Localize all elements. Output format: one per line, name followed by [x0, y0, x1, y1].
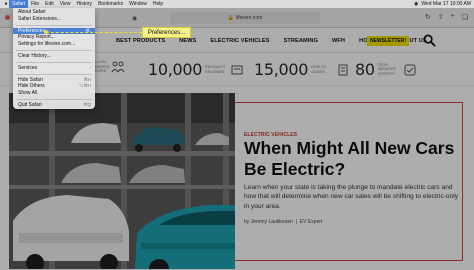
stat-guides-number: 15,000 — [254, 60, 309, 79]
status-area: ◉ Wed Mar 17 10:00 AM — [414, 1, 474, 7]
nav-wfh[interactable]: WFH — [332, 38, 345, 44]
experts-icon — [404, 64, 416, 75]
menu-edit[interactable]: Edit — [42, 0, 57, 8]
menu-bookmarks[interactable]: Bookmarks — [95, 0, 126, 8]
menu-item-label: Hide Safari — [18, 76, 43, 83]
close-window-icon[interactable] — [5, 15, 10, 20]
stat-guides: 15,000 HOW-TO GUIDES — [254, 60, 350, 79]
menu-item-clear-history[interactable]: Clear History... — [13, 53, 95, 60]
byline-author[interactable]: by Jeremy Laukkonen — [244, 219, 293, 225]
hero-frame — [230, 102, 463, 261]
nav-electric-vehicles[interactable]: ELECTRIC VEHICLES — [210, 38, 269, 44]
nav-news[interactable]: NEWS — [179, 38, 196, 44]
products-icon — [231, 65, 243, 74]
tab-overview-icon[interactable]: ❏ — [462, 13, 468, 21]
menu-item-shortcut: ⌘, — [85, 27, 91, 33]
menu-separator — [16, 98, 92, 100]
article-headline[interactable]: When Might All New Cars Be Electric? — [244, 138, 469, 180]
menu-item-label: Hide Others — [18, 83, 45, 90]
byline-role: EV Expert — [299, 219, 323, 225]
menu-item-show-all[interactable]: Show All — [13, 90, 95, 97]
search-icon[interactable] — [423, 34, 436, 47]
reload-icon[interactable]: ↻ — [425, 13, 431, 21]
menu-window[interactable]: Window — [126, 0, 150, 8]
menu-item-shortcut: ⌥⌘H — [78, 83, 91, 89]
byline-divider: | — [294, 219, 299, 225]
menu-item-shortcut: › — [89, 64, 91, 70]
callout-connector — [46, 32, 142, 33]
menu-item-label: Privacy Report... — [18, 34, 55, 41]
menu-item-about-safari[interactable]: About Safari — [13, 9, 95, 16]
hero-image[interactable] — [9, 93, 235, 269]
wifi-icon[interactable]: ◉ — [414, 1, 418, 7]
new-tab-icon[interactable]: + — [451, 13, 455, 21]
menu-file[interactable]: File — [28, 0, 42, 8]
stat-guides-label: HOW-TO GUIDES — [311, 65, 327, 74]
url-text: lifewire.com — [235, 15, 263, 21]
stat-products-label: PRODUCTS REVIEWED — [205, 65, 226, 74]
menu-item-label: Clear History... — [18, 52, 51, 59]
readers-icon — [111, 61, 125, 73]
menu-history[interactable]: History — [74, 0, 96, 8]
menu-item-hide-others[interactable]: Hide Others ⌥⌘H — [13, 83, 95, 90]
menu-item-services[interactable]: Services › — [13, 65, 95, 72]
nav-best-products[interactable]: BEST PRODUCTS — [116, 38, 165, 44]
menu-view[interactable]: View — [57, 0, 74, 8]
nav-streaming[interactable]: STREAMING — [284, 38, 318, 44]
menu-item-label: Services — [18, 64, 38, 71]
article-byline: by Jeremy Laukkonen | EV Expert — [244, 219, 322, 225]
address-bar[interactable]: 🔒 lifewire.com — [170, 12, 320, 24]
parking-garage-illustration — [9, 93, 235, 269]
menu-item-settings-for-lifewire-com[interactable]: Settings for lifewire.com... — [13, 41, 95, 48]
menu-item-label: Settings for lifewire.com... — [18, 41, 76, 48]
menu-item-shortcut: ⌘Q — [83, 101, 91, 107]
stat-experts-label: TECH INDUSTRY EXPERTS — [377, 62, 397, 76]
article-dek: Learn when your state is taking the plun… — [244, 184, 459, 210]
stat-experts: 80 TECH INDUSTRY EXPERTS — [355, 60, 417, 79]
menu-item-quit-safari[interactable]: Quit Safari ⌘Q — [13, 102, 95, 109]
macos-menu-bar: ● Safari File Edit View History Bookmark… — [0, 0, 474, 8]
menu-item-shortcut: ⌘H — [83, 76, 91, 82]
share-icon[interactable]: ⇧ — [438, 13, 444, 21]
stat-readers: BILLION READERS HELPED — [92, 60, 125, 74]
menu-item-label: Quit Safari — [18, 101, 42, 108]
menu-item-label: Safari Extensions... — [18, 15, 62, 22]
privacy-shield-icon[interactable]: ◉ — [132, 15, 137, 22]
clock[interactable]: Wed Mar 17 10:00 AM — [421, 1, 471, 7]
menu-help[interactable]: Help — [150, 0, 166, 8]
menu-safari[interactable]: Safari — [9, 0, 29, 8]
menu-separator — [16, 61, 92, 63]
hero-section: ELECTRIC VEHICLES When Might All New Car… — [0, 91, 474, 270]
stat-products-number: 10,000 — [148, 60, 203, 79]
menu-separator — [16, 49, 92, 51]
callout-pointer-dot — [44, 30, 48, 34]
guides-icon — [338, 64, 348, 75]
preferences-callout: Preferences... — [142, 27, 191, 38]
menu-item-label: Show All — [18, 90, 38, 97]
newsletter-button[interactable]: NEWSLETTER! — [367, 36, 409, 46]
safari-menu-dropdown: About Safari Safari Extensions... Preferen… — [13, 8, 95, 109]
menu-item-safari-extensions[interactable]: Safari Extensions... — [13, 16, 95, 23]
menu-separator — [16, 73, 92, 75]
stat-experts-number: 80 — [355, 60, 375, 79]
lock-icon: 🔒 — [227, 15, 234, 21]
toolbar-actions: ↻ ⇧ + ❏ — [425, 13, 468, 21]
menu-item-preferences[interactable]: Preferences... ⌘, — [13, 27, 95, 35]
stat-products: 10,000 PRODUCTS REVIEWED — [148, 60, 244, 79]
menu-item-hide-safari[interactable]: Hide Safari ⌘H — [13, 77, 95, 84]
menu-item-label: About Safari — [18, 9, 46, 15]
menu-item-privacy-report[interactable]: Privacy Report... — [13, 34, 95, 41]
menu-separator — [16, 24, 92, 26]
